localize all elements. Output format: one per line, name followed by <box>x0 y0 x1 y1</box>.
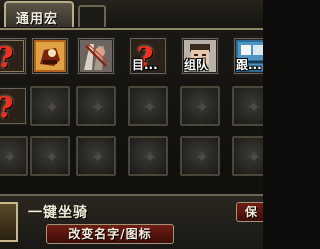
macro-slot-6[interactable]: 跟... <box>232 36 263 76</box>
empty-macro-slot[interactable]: ✦ <box>180 136 220 176</box>
macro-slot-4[interactable]: ? 目... <box>128 36 168 76</box>
macro-slot-5[interactable]: 组队 <box>180 36 220 76</box>
empty-slot-emblem-icon: ✦ <box>90 148 106 168</box>
empty-macro-slot[interactable]: ✦ <box>128 136 168 176</box>
empty-macro-slot[interactable]: ✦ <box>30 86 70 126</box>
macro-slot-7[interactable]: ? <box>0 86 28 126</box>
warrior-portrait-icon <box>80 40 112 72</box>
question-mark-icon: ? <box>0 91 13 124</box>
empty-macro-slot[interactable]: ✦ <box>0 136 28 176</box>
empty-macro-slot[interactable]: ✦ <box>232 136 263 176</box>
tab-general-macros[interactable]: 通用宏 <box>4 1 74 27</box>
empty-slot-emblem-icon: ✦ <box>44 98 60 118</box>
macro-grid: ? ? 目 <box>0 36 263 186</box>
question-mark-icon: ? <box>0 41 13 74</box>
empty-slot-emblem-icon: ✦ <box>246 148 262 168</box>
tab-general-macros-label: 通用宏 <box>16 12 59 27</box>
empty-slot-emblem-icon: ✦ <box>44 148 60 168</box>
empty-macro-slot[interactable]: ✦ <box>180 86 220 126</box>
empty-slot-emblem-icon: ✦ <box>194 148 210 168</box>
empty-macro-slot[interactable]: ✦ <box>76 136 116 176</box>
macro-window: 通用宏 ? 目... 组队 跟... ✦ ✦ ✦ ✦ ✦ ✦ ✦ ✦ ✦ ✦ ✦… <box>0 0 263 249</box>
empty-slot-emblem-icon: ✦ <box>142 98 158 118</box>
macro-detail-panel: 一键坐骑 改变名字/图标 保 <box>0 194 263 249</box>
macro-slot-4-label: 目... <box>132 58 158 72</box>
empty-macro-slot[interactable]: ✦ <box>76 86 116 126</box>
tab-bar: 通用宏 <box>0 0 263 30</box>
empty-slot-emblem-icon: ✦ <box>2 148 18 168</box>
macro-slot-1[interactable]: ? <box>0 36 28 76</box>
macro-slot-5-label: 组队 <box>184 58 209 72</box>
tab-character-macros[interactable] <box>78 5 106 27</box>
save-button[interactable]: 保 <box>236 202 263 222</box>
macro-name: 一键坐骑 <box>28 205 88 221</box>
empty-macro-slot[interactable]: ✦ <box>30 136 70 176</box>
mount-ride-icon <box>34 40 66 72</box>
empty-slot-emblem-icon: ✦ <box>194 98 210 118</box>
empty-macro-slot[interactable]: ✦ <box>128 86 168 126</box>
empty-slot-emblem-icon: ✦ <box>90 98 106 118</box>
empty-slot-emblem-icon: ✦ <box>142 148 158 168</box>
empty-macro-slot[interactable]: ✦ <box>232 86 263 126</box>
empty-slot-emblem-icon: ✦ <box>246 98 262 118</box>
selected-macro-icon[interactable] <box>0 202 18 242</box>
macro-slot-3[interactable] <box>76 36 116 76</box>
change-name-icon-button[interactable]: 改变名字/图标 <box>46 224 174 244</box>
tab-divider <box>0 28 263 30</box>
macro-slot-2[interactable] <box>30 36 70 76</box>
macro-slot-6-label: 跟... <box>236 58 262 72</box>
